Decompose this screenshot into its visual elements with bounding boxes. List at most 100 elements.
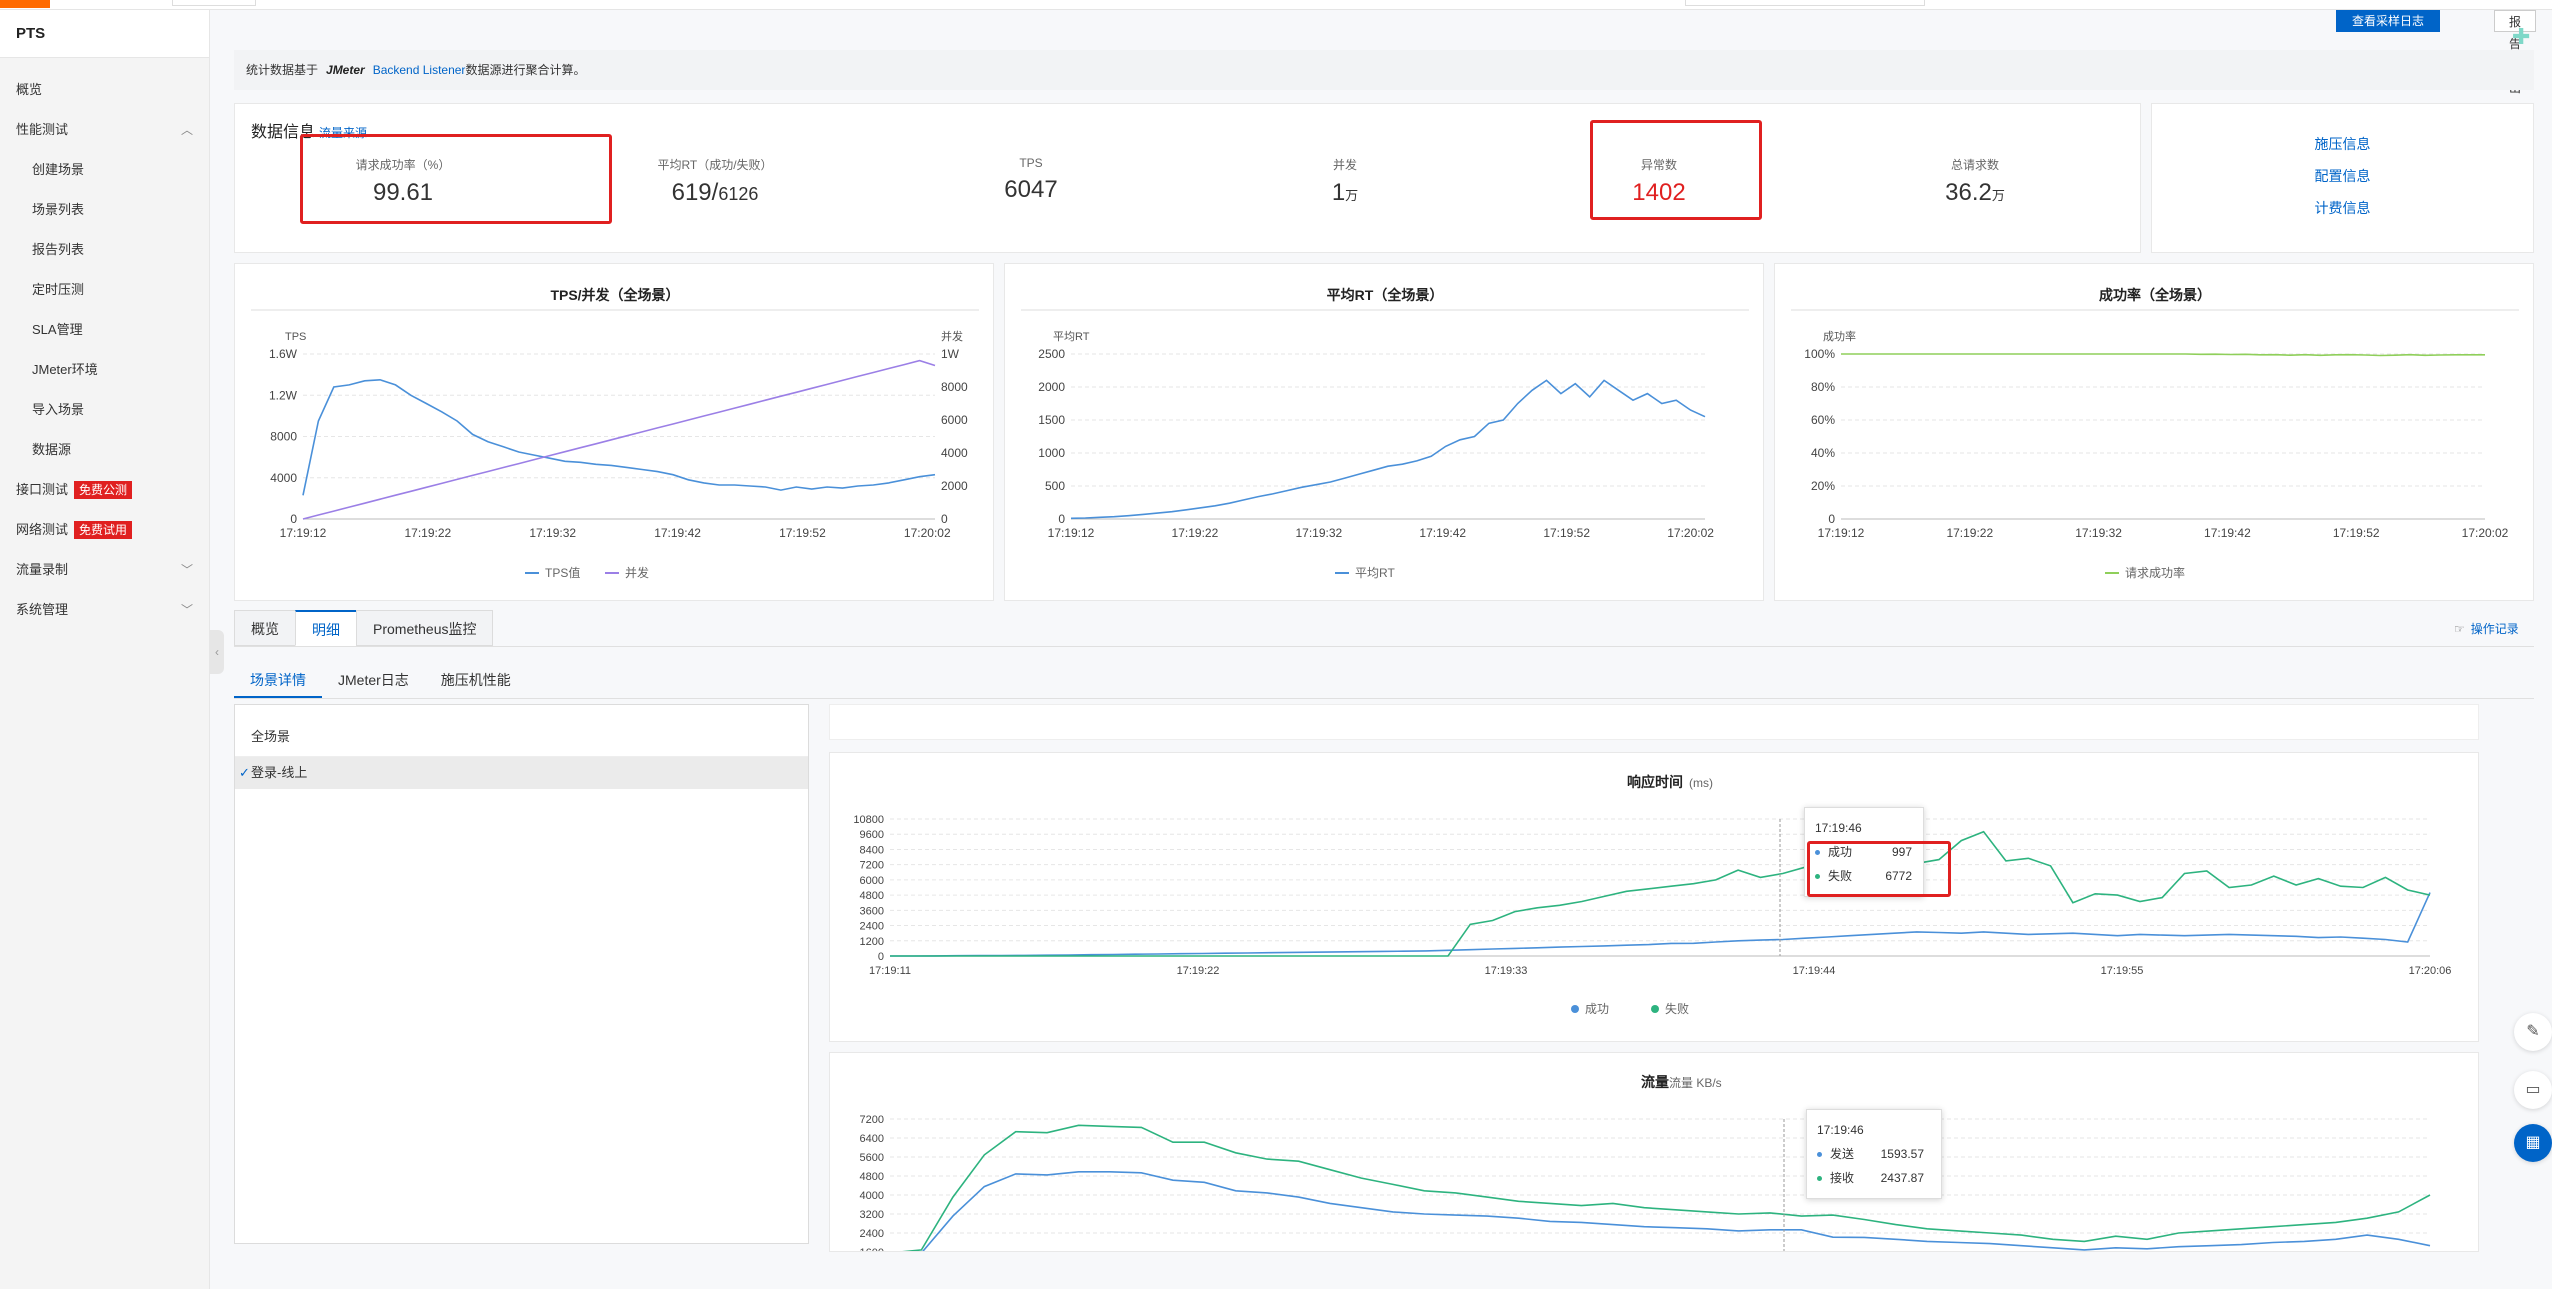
sidebar-item-system[interactable]: 系统管理 ﹀ (0, 590, 209, 630)
y-tick-label: 0 (290, 512, 297, 526)
sidebar-item-import[interactable]: 导入场景 (0, 390, 209, 430)
backend-listener-link[interactable]: Backend Listener (373, 63, 466, 77)
sidebar-item-datasource[interactable]: 数据源 (0, 430, 209, 470)
app-brand: PTS (0, 10, 209, 58)
stat-value: 36.2万 (1875, 179, 2075, 207)
avg-rt-chart: 平均RT（全场景） 平均RT 0 500 1000 1500 2000 2500 17:19:1… (1021, 287, 1749, 580)
chart-title: 流量 (1641, 1074, 1669, 1090)
x-tick-label: 17:19:22 (1177, 965, 1220, 977)
detail-subtabs: 场景详情 JMeter日志 施压机性能 (234, 662, 2534, 699)
y-tick-label: 1200 (860, 936, 884, 948)
sidebar-item-perf-test[interactable]: 性能测试 ︿ (0, 110, 209, 150)
view-sample-log-button[interactable]: 查看采样日志 (2336, 10, 2441, 32)
edit-icon[interactable]: ✎ (2514, 1013, 2552, 1051)
stat-value: 1万 (1245, 179, 1445, 207)
sidebar-item-label: 导入场景 (32, 402, 85, 417)
stat-unit: 6126 (718, 184, 759, 204)
tooltip-row: 发送 1593.57 (1817, 1142, 1931, 1166)
y2-tick-label: 6000 (941, 413, 968, 427)
x-tick-label: 17:20:02 (1667, 526, 1714, 540)
stat-label: 并发 (1332, 158, 1357, 172)
sidebar-item-scheduled[interactable]: 定时压测 (0, 270, 209, 310)
chart-header-strip (829, 704, 2479, 740)
top-search-stub[interactable] (1685, 0, 1925, 6)
pressure-info-link[interactable]: 施压信息 (2152, 128, 2533, 160)
x-tick-label: 17:19:32 (2075, 526, 2122, 540)
x-tick-label: 17:20:02 (904, 526, 951, 540)
y-tick-label: 6400 (860, 1133, 884, 1145)
sidebar-item-label: 流量录制 (16, 562, 69, 577)
stat-number: 1 (1331, 179, 1346, 206)
sidebar: PTS 概览 性能测试 ︿ 创建场景 场景列表 报告列表 定时压测 SLA管理 J… (0, 10, 210, 1289)
series-line-1 (302, 359, 936, 520)
y2-tick-label: 8000 (941, 380, 968, 394)
stat-label: 总请求数 (1950, 158, 1999, 172)
tooltip-label: 发送 (1830, 1147, 1855, 1161)
y-tick-label: 10800 (853, 814, 884, 826)
y2-tick-label: 4000 (941, 446, 968, 460)
legend-marker (1571, 1005, 1579, 1013)
feedback-icon[interactable]: ▭ (2514, 1071, 2552, 1109)
chart-unit: (ms) (1689, 776, 1713, 790)
subtab-scene-detail[interactable]: 场景详情 (234, 662, 322, 698)
y-tick-label: 1.2W (269, 388, 298, 402)
scene-item[interactable]: ✓ 登录-线上 (235, 757, 808, 789)
y-tick-label: 6000 (860, 875, 884, 887)
stat-total-requests: 总请求数 36.2万 (1875, 156, 2075, 207)
promo-badge: 免费试用 (74, 521, 133, 539)
sidebar-item-overview[interactable]: 概览 (0, 70, 209, 110)
sidebar-item-report-list[interactable]: 报告列表 (0, 230, 209, 270)
sidebar-item-label: 概览 (16, 82, 43, 97)
traffic-chart: 流量流量 KB/s8001600240032004000480056006400… (860, 1074, 2431, 1251)
chevron-up-icon: ︿ (180, 123, 193, 137)
y2-axis-label: 并发 (941, 329, 963, 343)
sidebar-collapse-handle[interactable]: ‹ (210, 630, 224, 674)
top-tab-stub[interactable] (172, 0, 256, 6)
subtab-pressure-machine[interactable]: 施压机性能 (425, 662, 527, 698)
scene-list: 全场景 ✓ 登录-线上 (234, 704, 809, 1244)
config-info-link[interactable]: 配置信息 (2152, 160, 2533, 192)
stat-value: 619/6126 (615, 179, 815, 207)
y-tick-label: 0 (1058, 512, 1065, 526)
brand-accent (0, 0, 50, 8)
x-tick-label: 17:19:32 (1295, 526, 1342, 540)
response-time-card: 响应时间 (ms) 0 1200 2400 3600 4800 6000 7200 8400 960… (829, 752, 2479, 1042)
y-tick-label: 20% (1811, 479, 1835, 493)
plus-icon[interactable]: ✚ (2512, 24, 2530, 50)
tps-concurrency-chart: TPS/并发（全场景） TPS 并发 0 4000 8000 1.2W 1.6W 0 2000 40… (251, 287, 979, 580)
sidebar-item-network-test[interactable]: 网络测试 免费试用 (0, 510, 209, 550)
scene-all[interactable]: 全场景 (235, 717, 808, 757)
highlight-box (1807, 841, 1951, 897)
info-links-card: 施压信息 配置信息 计费信息 (2151, 103, 2534, 253)
tab-prometheus[interactable]: Prometheus监控 (356, 610, 494, 646)
y-tick-label: 1000 (1038, 446, 1065, 460)
sidebar-item-jmeter-env[interactable]: JMeter环境 (0, 350, 209, 390)
x-tick-label: 17:19:12 (1048, 526, 1095, 540)
x-tick-label: 17:19:42 (1419, 526, 1466, 540)
sidebar-item-api-test[interactable]: 接口测试 免费公测 (0, 470, 209, 510)
sidebar-item-traffic-record[interactable]: 流量录制 ﹀ (0, 550, 209, 590)
x-tick-label: 17:19:22 (1946, 526, 1993, 540)
tab-detail[interactable]: 明细 (295, 610, 357, 646)
sidebar-item-label: 网络测试 (16, 522, 69, 537)
highlight-box (300, 134, 612, 224)
legend-label: 失败 (1665, 1001, 1689, 1016)
chart-title: TPS/并发（全场景） (550, 287, 679, 303)
stat-number: 619/ (671, 179, 719, 206)
operation-record[interactable]: ☞ 操作记录 (2454, 620, 2519, 637)
tooltip-time: 17:19:46 (1815, 821, 1862, 835)
billing-info-link[interactable]: 计费信息 (2152, 192, 2533, 224)
x-tick-label: 17:19:32 (529, 526, 576, 540)
subtab-jmeter-log[interactable]: JMeter日志 (322, 662, 425, 698)
x-tick-label: 17:19:22 (1172, 526, 1219, 540)
apps-icon[interactable]: ▦ (2514, 1124, 2552, 1162)
tab-overview[interactable]: 概览 (234, 610, 296, 646)
x-tick-label: 17:19:52 (779, 526, 826, 540)
sidebar-item-label: 定时压测 (32, 282, 85, 297)
sidebar-item-scene-list[interactable]: 场景列表 (0, 190, 209, 230)
sidebar-item-sla[interactable]: SLA管理 (0, 310, 209, 350)
sidebar-item-label: 接口测试 (16, 482, 69, 497)
y-tick-label: 2400 (860, 1228, 884, 1240)
sidebar-item-create-scene[interactable]: 创建场景 (0, 150, 209, 190)
y-axis-label: 成功率 (1823, 329, 1856, 343)
